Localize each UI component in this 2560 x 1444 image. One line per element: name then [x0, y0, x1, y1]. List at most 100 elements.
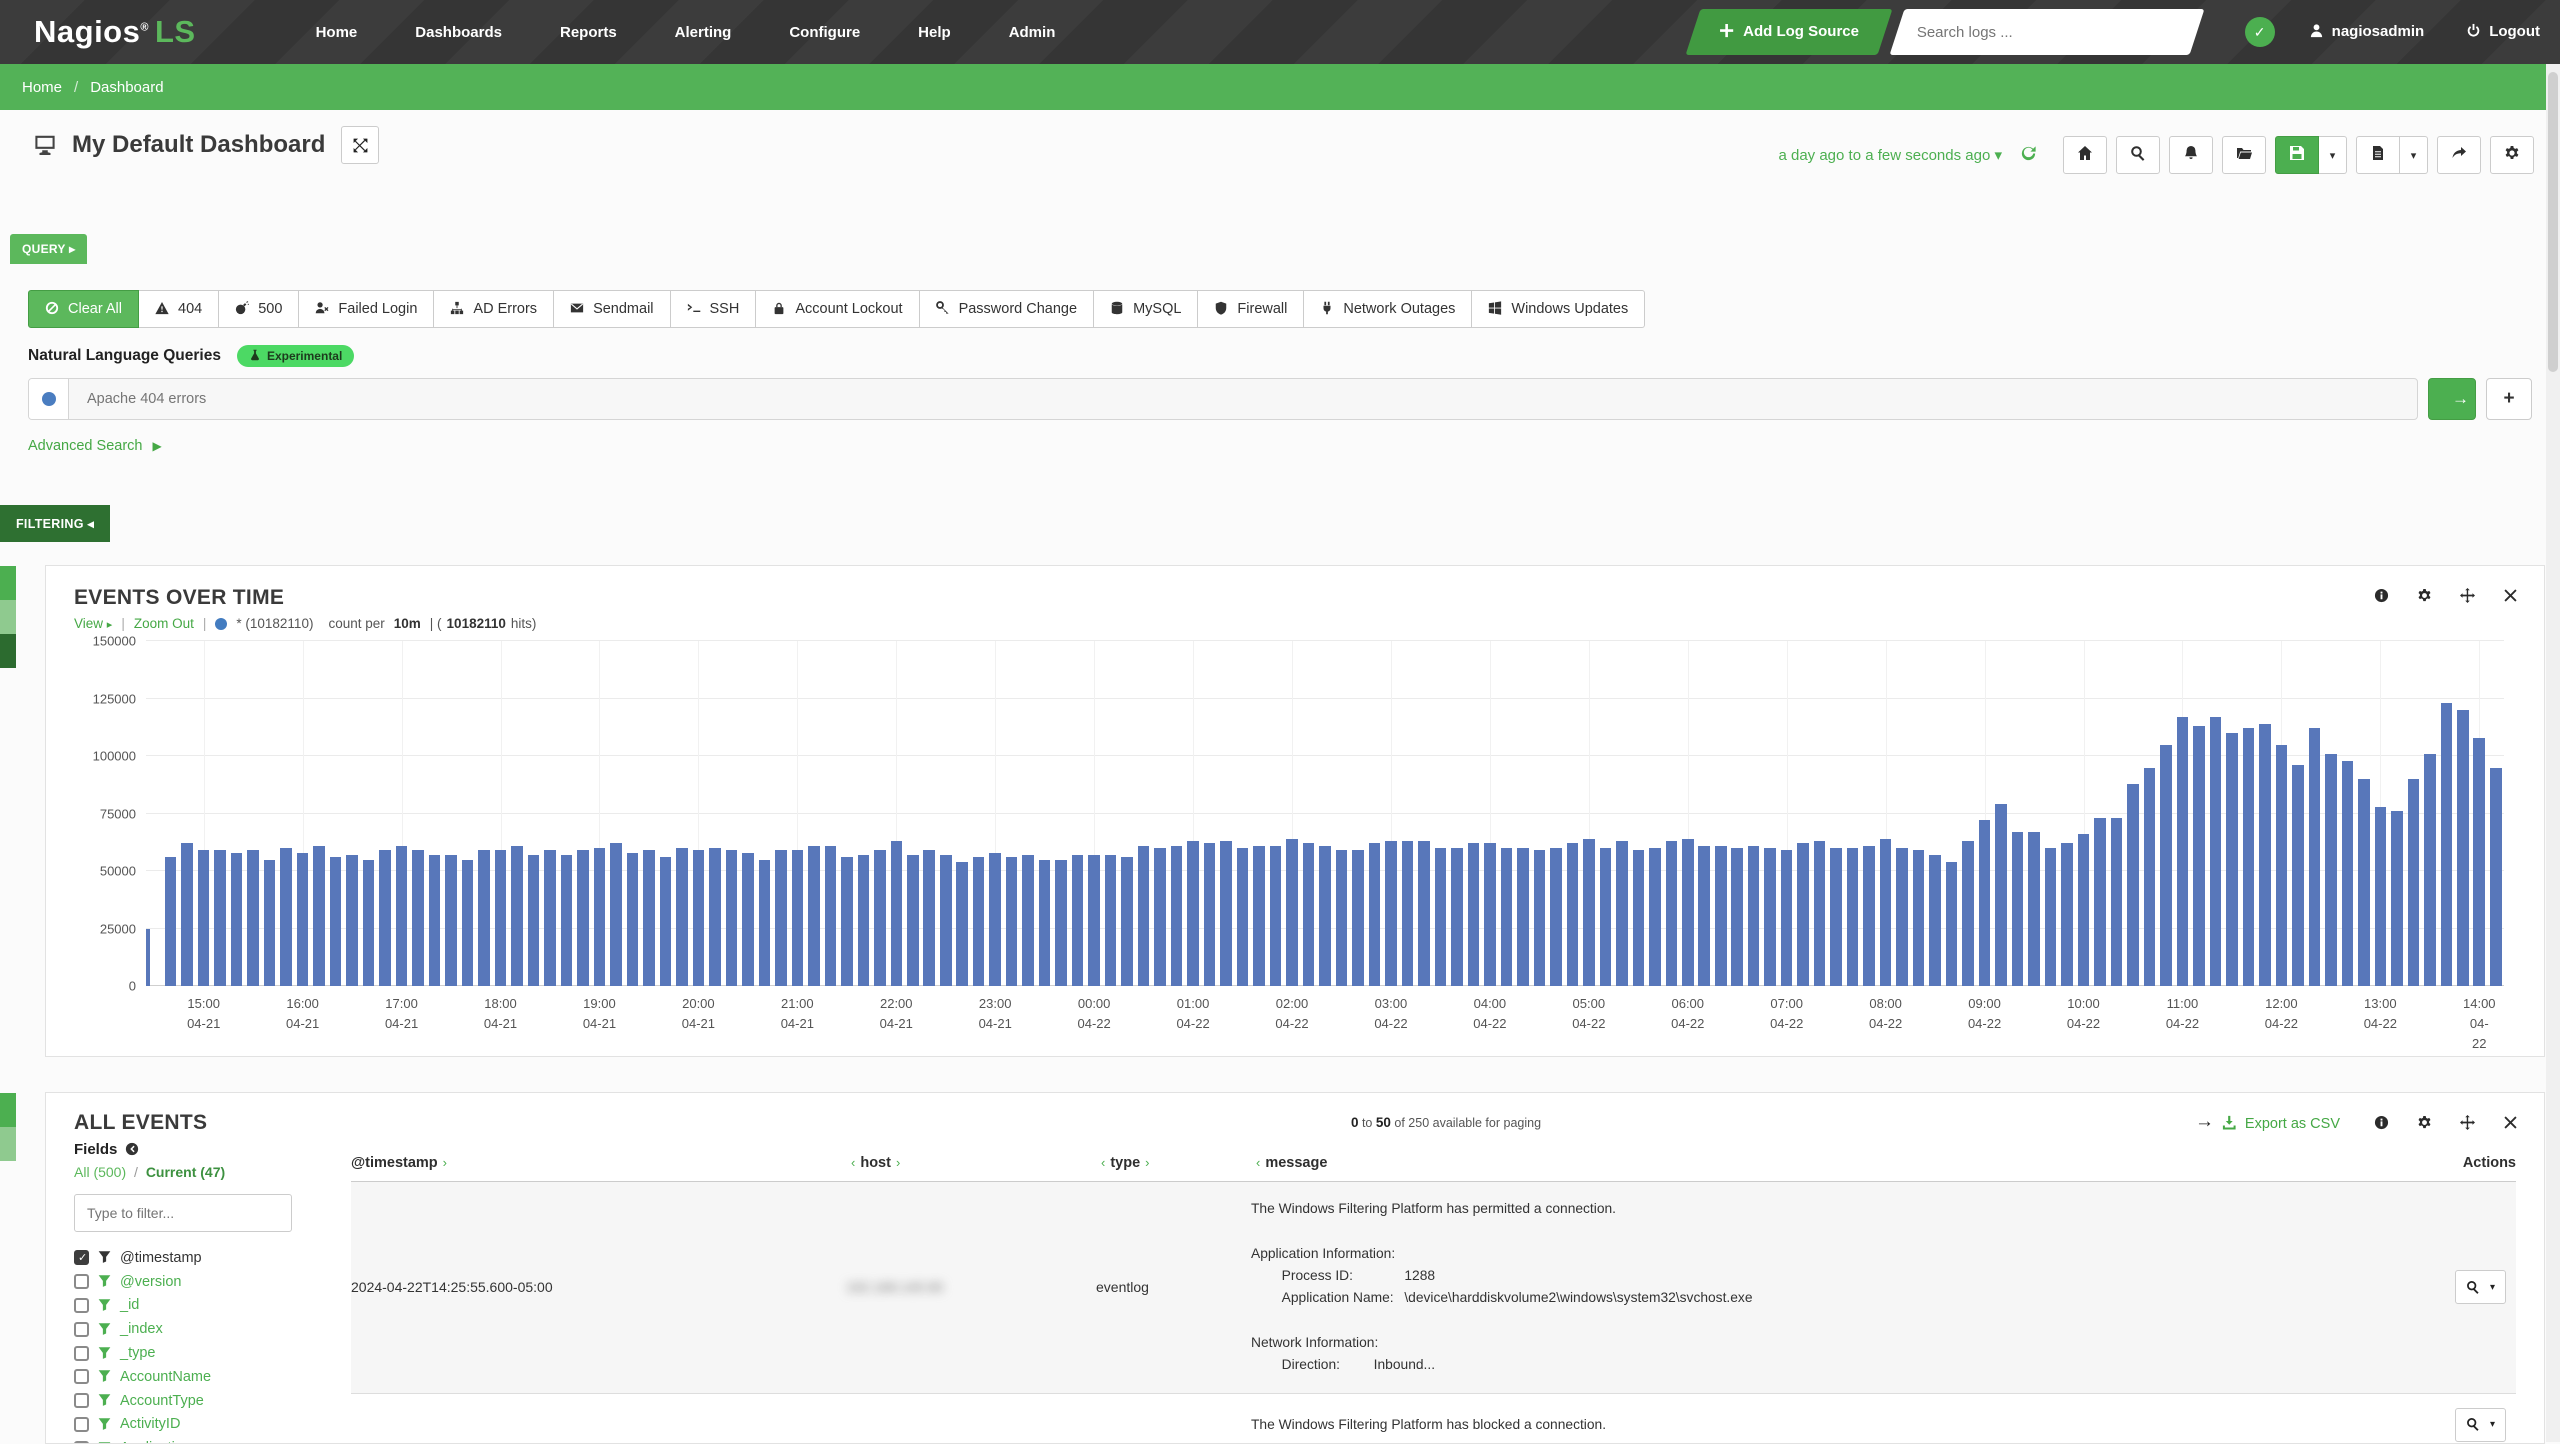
- funnel-icon[interactable]: [98, 1369, 111, 1385]
- log-search-input[interactable]: [1905, 24, 2189, 41]
- chart-bar[interactable]: [363, 860, 375, 987]
- chart-bar[interactable]: [2243, 728, 2255, 986]
- query-filter-failed-login[interactable]: Failed Login: [299, 290, 434, 328]
- field-checkbox[interactable]: [74, 1393, 89, 1408]
- chart-bar[interactable]: [989, 853, 1001, 986]
- chart-bar[interactable]: [2457, 710, 2469, 986]
- chart-bar[interactable]: [1435, 848, 1447, 986]
- chart-bar[interactable]: [264, 860, 276, 987]
- fullscreen-button[interactable]: [341, 126, 379, 164]
- chart-bar[interactable]: [1814, 841, 1826, 986]
- chart-bar[interactable]: [1797, 843, 1809, 986]
- chart-bar[interactable]: [1006, 857, 1018, 986]
- chart-bar[interactable]: [181, 843, 193, 986]
- chart-bar[interactable]: [2309, 728, 2321, 986]
- table-row[interactable]: The Windows Filtering Platform has block…: [351, 1394, 2516, 1444]
- chart-bar[interactable]: [759, 860, 771, 987]
- chart-bar[interactable]: [280, 848, 292, 986]
- chart-bar[interactable]: [1748, 846, 1760, 986]
- chart-bar[interactable]: [726, 850, 738, 986]
- chart-bar[interactable]: [1929, 855, 1941, 986]
- row-search-action-button[interactable]: ▾: [2455, 1408, 2506, 1442]
- zoom-out-link[interactable]: Zoom Out: [134, 616, 194, 631]
- save-button[interactable]: [2275, 136, 2319, 174]
- nav-item-configure[interactable]: Configure: [789, 24, 860, 41]
- field-name[interactable]: @version: [120, 1274, 181, 1290]
- events-bar-chart[interactable]: 0250005000075000100000125000150000: [146, 641, 2504, 986]
- chart-bar[interactable]: [858, 855, 870, 986]
- chart-bar[interactable]: [2177, 717, 2189, 986]
- query-tab[interactable]: QUERY ▸: [10, 234, 87, 264]
- query-filter-ad-errors[interactable]: AD Errors: [434, 290, 554, 328]
- funnel-icon[interactable]: [98, 1393, 111, 1409]
- chart-bar[interactable]: [2127, 784, 2139, 986]
- search-button[interactable]: [2116, 136, 2160, 174]
- chart-bar[interactable]: [2276, 745, 2288, 987]
- chart-bar[interactable]: [478, 850, 490, 986]
- query-filter-account-lockout[interactable]: Account Lockout: [756, 290, 919, 328]
- chart-bar[interactable]: [1303, 843, 1315, 986]
- chart-bar[interactable]: [1138, 846, 1150, 986]
- panel-tab[interactable]: [0, 600, 16, 634]
- chart-bar[interactable]: [1501, 848, 1513, 986]
- chart-bar[interactable]: [1649, 848, 1661, 986]
- chart-bar[interactable]: [511, 846, 523, 986]
- move-column-left-icon[interactable]: ‹: [1101, 1155, 1105, 1170]
- chart-bar[interactable]: [1484, 843, 1496, 986]
- move-column-left-icon[interactable]: ‹: [851, 1155, 855, 1170]
- funnel-icon[interactable]: [98, 1321, 111, 1337]
- nav-item-dashboards[interactable]: Dashboards: [415, 24, 502, 41]
- chart-bar[interactable]: [1995, 804, 2007, 986]
- breadcrumb-home[interactable]: Home: [22, 79, 62, 96]
- chart-bar[interactable]: [2111, 818, 2123, 986]
- nagios-logo[interactable]: Nagios®LS: [34, 14, 196, 50]
- funnel-icon[interactable]: [98, 1250, 111, 1266]
- chart-bar[interactable]: [742, 853, 754, 986]
- row-search-action-button[interactable]: ▾: [2455, 1270, 2506, 1304]
- chart-bar[interactable]: [544, 850, 556, 986]
- field-checkbox[interactable]: [74, 1250, 89, 1265]
- nav-item-help[interactable]: Help: [918, 24, 951, 41]
- chart-bar[interactable]: [1781, 850, 1793, 986]
- chart-bar[interactable]: [146, 929, 150, 987]
- chart-bar[interactable]: [1567, 843, 1579, 986]
- chart-bar[interactable]: [1369, 843, 1381, 986]
- chart-bar[interactable]: [2358, 779, 2370, 986]
- chart-bar[interactable]: [1402, 841, 1414, 986]
- chart-bar[interactable]: [1121, 857, 1133, 986]
- chart-bar[interactable]: [1072, 855, 1084, 986]
- chart-bar[interactable]: [1847, 848, 1859, 986]
- chart-bar[interactable]: [412, 850, 424, 986]
- field-name[interactable]: _type: [120, 1345, 155, 1361]
- nlq-submit-button[interactable]: →: [2428, 378, 2476, 420]
- chart-bar[interactable]: [1336, 850, 1348, 986]
- chart-bar[interactable]: [528, 855, 540, 986]
- gear-button[interactable]: [2490, 136, 2534, 174]
- chart-bar[interactable]: [1830, 848, 1842, 986]
- chart-bar[interactable]: [2028, 832, 2040, 986]
- chart-bar[interactable]: [1600, 848, 1612, 986]
- chart-bar[interactable]: [973, 857, 985, 986]
- field-checkbox[interactable]: [74, 1298, 89, 1313]
- chart-bar[interactable]: [874, 850, 886, 986]
- chart-bar[interactable]: [2012, 832, 2024, 986]
- chart-bar[interactable]: [2259, 724, 2271, 986]
- chart-bar[interactable]: [1517, 848, 1529, 986]
- info-icon[interactable]: [2374, 588, 2389, 605]
- query-filter-firewall[interactable]: Firewall: [1198, 290, 1304, 328]
- chart-bar[interactable]: [1088, 855, 1100, 986]
- chart-bar[interactable]: [1863, 846, 1875, 986]
- save-dropdown-button[interactable]: ▾: [2319, 136, 2347, 174]
- funnel-icon[interactable]: [98, 1440, 111, 1444]
- chart-bar[interactable]: [2045, 848, 2057, 986]
- collapse-fields-icon[interactable]: [125, 1142, 139, 1158]
- chart-bar[interactable]: [495, 850, 507, 986]
- next-page-arrow[interactable]: →: [2195, 1111, 2214, 1133]
- chart-bar[interactable]: [1253, 846, 1265, 986]
- chart-bar[interactable]: [825, 846, 837, 986]
- move-column-left-icon[interactable]: ‹: [1256, 1155, 1260, 1170]
- chart-bar[interactable]: [165, 857, 177, 986]
- chart-bar[interactable]: [1583, 839, 1595, 986]
- panel-tab[interactable]: [0, 1127, 16, 1161]
- chart-bar[interactable]: [940, 855, 952, 986]
